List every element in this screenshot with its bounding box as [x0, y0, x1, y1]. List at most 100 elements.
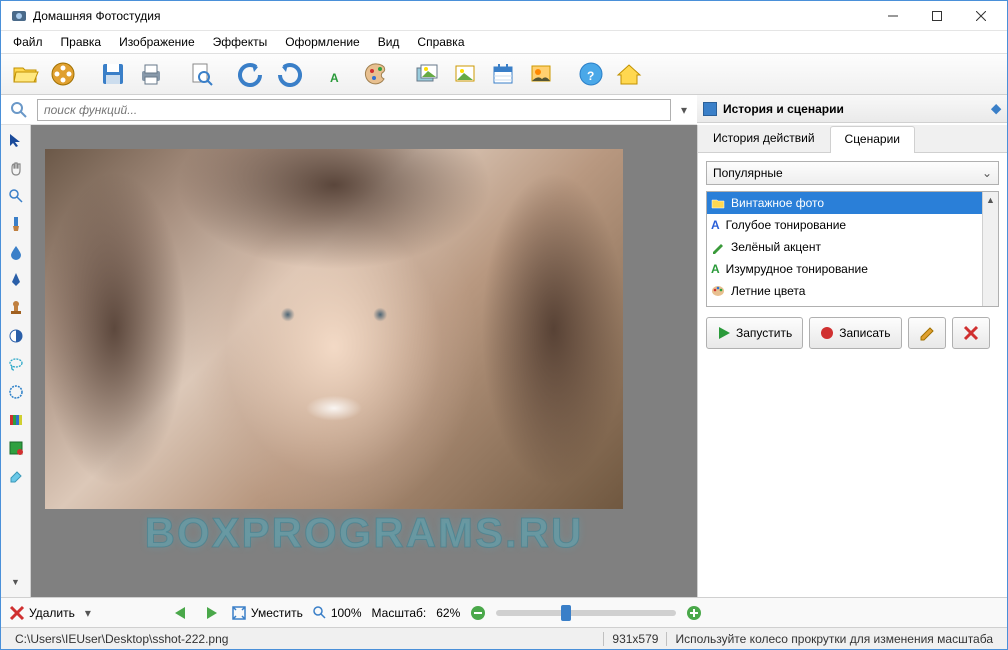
images-button[interactable]: [409, 56, 445, 92]
stamp-tool[interactable]: [5, 297, 27, 319]
dropdown-value: Популярные: [713, 166, 783, 180]
help-button[interactable]: ?: [573, 56, 609, 92]
menu-help[interactable]: Справка: [409, 33, 472, 51]
tab-history[interactable]: История действий: [698, 125, 830, 152]
palette-scroll-down[interactable]: ▼: [5, 571, 27, 593]
save-button[interactable]: [95, 56, 131, 92]
tab-scenarios[interactable]: Сценарии: [830, 126, 915, 153]
pencil-icon: [711, 240, 725, 254]
palette-icon: [711, 284, 725, 298]
zoom-100-button[interactable]: 100%: [313, 606, 362, 620]
play-icon: [717, 326, 731, 340]
fit-button[interactable]: Уместить: [231, 605, 303, 621]
scenario-label: Зелёный акцент: [731, 240, 821, 254]
palette-button[interactable]: [359, 56, 395, 92]
next-button[interactable]: [201, 605, 221, 621]
scenario-item[interactable]: A Изумрудное тонирование: [707, 258, 998, 280]
scenario-item[interactable]: Зелёный акцент: [707, 236, 998, 258]
prev-button[interactable]: [171, 605, 191, 621]
delete-scenario-button[interactable]: [952, 317, 990, 349]
scenario-item[interactable]: Винтажное фото: [707, 192, 998, 214]
zoom-label: Масштаб:: [372, 606, 427, 620]
list-scrollbar[interactable]: ▲: [982, 192, 998, 306]
hand-tool[interactable]: [5, 157, 27, 179]
fill-tool[interactable]: [5, 437, 27, 459]
page-search-button[interactable]: [183, 56, 219, 92]
zoom-in-button[interactable]: [686, 605, 702, 621]
brush-tool[interactable]: [5, 213, 27, 235]
home-button[interactable]: [611, 56, 647, 92]
open-folder-button[interactable]: [7, 56, 43, 92]
run-label: Запустить: [736, 326, 792, 340]
zoom-tool[interactable]: [5, 185, 27, 207]
letter-a-icon: A: [711, 218, 720, 232]
panel-title: История и сценарии: [723, 102, 844, 116]
run-button[interactable]: Запустить: [706, 317, 803, 349]
zoom-out-button[interactable]: [470, 605, 486, 621]
status-dimensions: 931x579: [603, 632, 667, 646]
svg-text:?: ?: [587, 69, 594, 83]
pen-tool[interactable]: [5, 269, 27, 291]
scroll-up-icon[interactable]: ▲: [983, 192, 998, 208]
menu-edit[interactable]: Правка: [53, 33, 110, 51]
window-title: Домашняя Фотостудия: [33, 9, 871, 23]
tool-palette: ▼: [1, 125, 31, 597]
circle-select-tool[interactable]: [5, 381, 27, 403]
zoom-value: 62%: [436, 606, 460, 620]
scenario-item[interactable]: Летние цвета: [707, 280, 998, 302]
redo-button[interactable]: [271, 56, 307, 92]
slider-thumb[interactable]: [561, 605, 571, 621]
zoom-100-label: 100%: [331, 606, 362, 620]
dropdown-arrow-icon[interactable]: ▾: [675, 103, 693, 117]
titlebar: Домашняя Фотостудия: [1, 1, 1007, 31]
sunset-image-button[interactable]: [523, 56, 559, 92]
right-panel: История действий Сценарии Популярные ⌄ В…: [697, 125, 1007, 597]
record-button[interactable]: Записать: [809, 317, 901, 349]
undo-button[interactable]: [233, 56, 269, 92]
watermark: BOXPROGRAMS.RU: [145, 509, 584, 557]
record-icon: [820, 326, 834, 340]
gradient-tool[interactable]: [5, 409, 27, 431]
status-hint: Используйте колесо прокрутки для изменен…: [667, 632, 1001, 646]
text-button[interactable]: A: [321, 56, 357, 92]
maximize-button[interactable]: [915, 2, 959, 30]
canvas-viewport[interactable]: BOXPROGRAMS.RU: [31, 125, 697, 597]
search-input[interactable]: [37, 99, 671, 121]
print-button[interactable]: [133, 56, 169, 92]
eraser-tool[interactable]: [5, 465, 27, 487]
right-panel-header: История и сценарии ⬥: [697, 95, 1007, 123]
pointer-tool[interactable]: [5, 129, 27, 151]
statusbar: C:\Users\IEUser\Desktop\sshot-222.png 93…: [1, 627, 1007, 649]
scenario-list: Винтажное фото A Голубое тонирование Зел…: [706, 191, 999, 307]
status-path: C:\Users\IEUser\Desktop\sshot-222.png: [7, 632, 236, 646]
calendar-button[interactable]: [485, 56, 521, 92]
scenario-item[interactable]: A Голубое тонирование: [707, 214, 998, 236]
close-button[interactable]: [959, 2, 1003, 30]
panel-tabs: История действий Сценарии: [698, 125, 1007, 153]
delete-button[interactable]: Удалить: [9, 605, 75, 621]
dropdown-arrow-icon[interactable]: ▾: [85, 606, 91, 620]
menu-effects[interactable]: Эффекты: [205, 33, 276, 51]
lasso-tool[interactable]: [5, 353, 27, 375]
water-drop-tool[interactable]: [5, 241, 27, 263]
image-button[interactable]: [447, 56, 483, 92]
scenario-label: Летние цвета: [731, 284, 805, 298]
delete-label: Удалить: [29, 606, 75, 620]
panel-icon: [703, 102, 717, 116]
menu-decoration[interactable]: Оформление: [277, 33, 367, 51]
scenario-category-dropdown[interactable]: Популярные ⌄: [706, 161, 999, 185]
film-reel-button[interactable]: [45, 56, 81, 92]
edit-scenario-button[interactable]: [908, 317, 946, 349]
menu-image[interactable]: Изображение: [111, 33, 203, 51]
minimize-button[interactable]: [871, 2, 915, 30]
folder-icon: [711, 196, 725, 210]
chevron-down-icon: ⌄: [982, 166, 992, 180]
menu-view[interactable]: Вид: [370, 33, 408, 51]
scenario-actions: Запустить Записать: [706, 317, 999, 349]
menu-file[interactable]: Файл: [5, 33, 51, 51]
collapse-panel-icon[interactable]: ⬥: [991, 100, 1001, 117]
contrast-tool[interactable]: [5, 325, 27, 347]
zoom-slider[interactable]: [496, 610, 676, 616]
fit-label: Уместить: [251, 606, 303, 620]
bottom-bar: Удалить ▾ Уместить 100% Масштаб: 62%: [1, 597, 1007, 627]
